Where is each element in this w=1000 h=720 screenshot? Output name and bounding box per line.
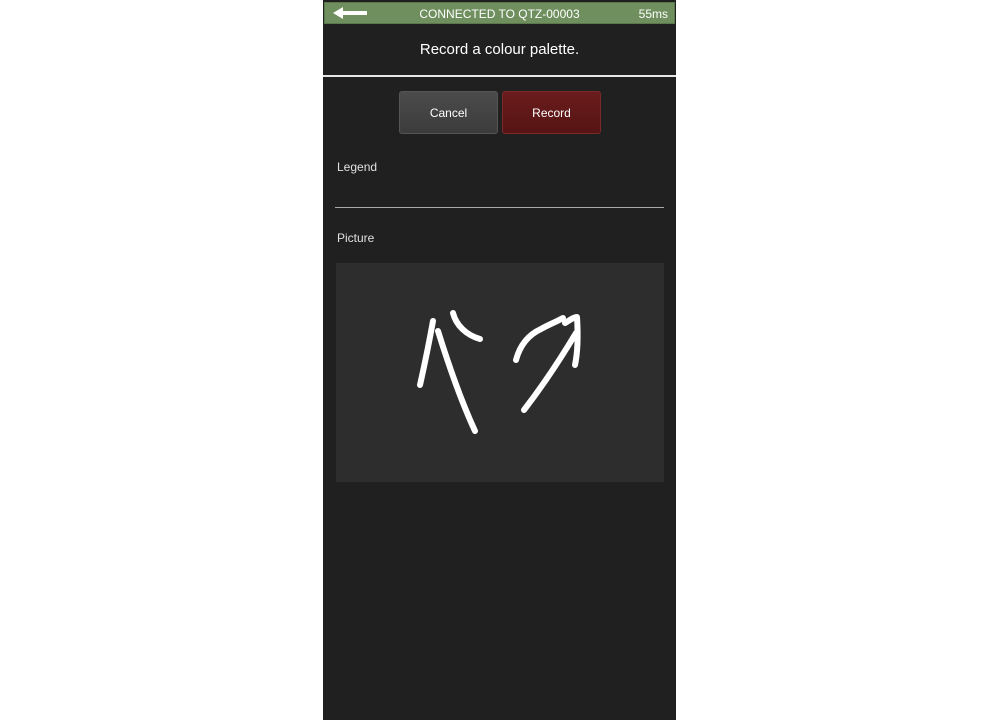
latency-readout: 55ms: [638, 7, 668, 21]
stroke-1: [417, 318, 436, 388]
stroke-3: [450, 310, 483, 342]
stroke-5: [521, 330, 579, 413]
hand-drawn-strokes: [417, 310, 581, 434]
cancel-button[interactable]: Cancel: [399, 91, 498, 134]
legend-label: Legend: [337, 160, 378, 174]
record-button[interactable]: Record: [502, 91, 601, 134]
legend-input[interactable]: [335, 178, 664, 208]
connection-status-bar: CONNECTED TO QTZ-00003 55ms: [324, 2, 675, 24]
picture-label: Picture: [337, 231, 375, 245]
app-screen: CONNECTED TO QTZ-00003 55ms Record a col…: [323, 0, 676, 720]
stroke-4: [513, 315, 566, 363]
connection-status-text: CONNECTED TO QTZ-00003: [419, 7, 580, 21]
title-divider: [323, 75, 676, 77]
drawing-canvas[interactable]: [336, 263, 664, 482]
page-title: Record a colour palette.: [419, 41, 580, 58]
stroke-2: [435, 328, 478, 434]
